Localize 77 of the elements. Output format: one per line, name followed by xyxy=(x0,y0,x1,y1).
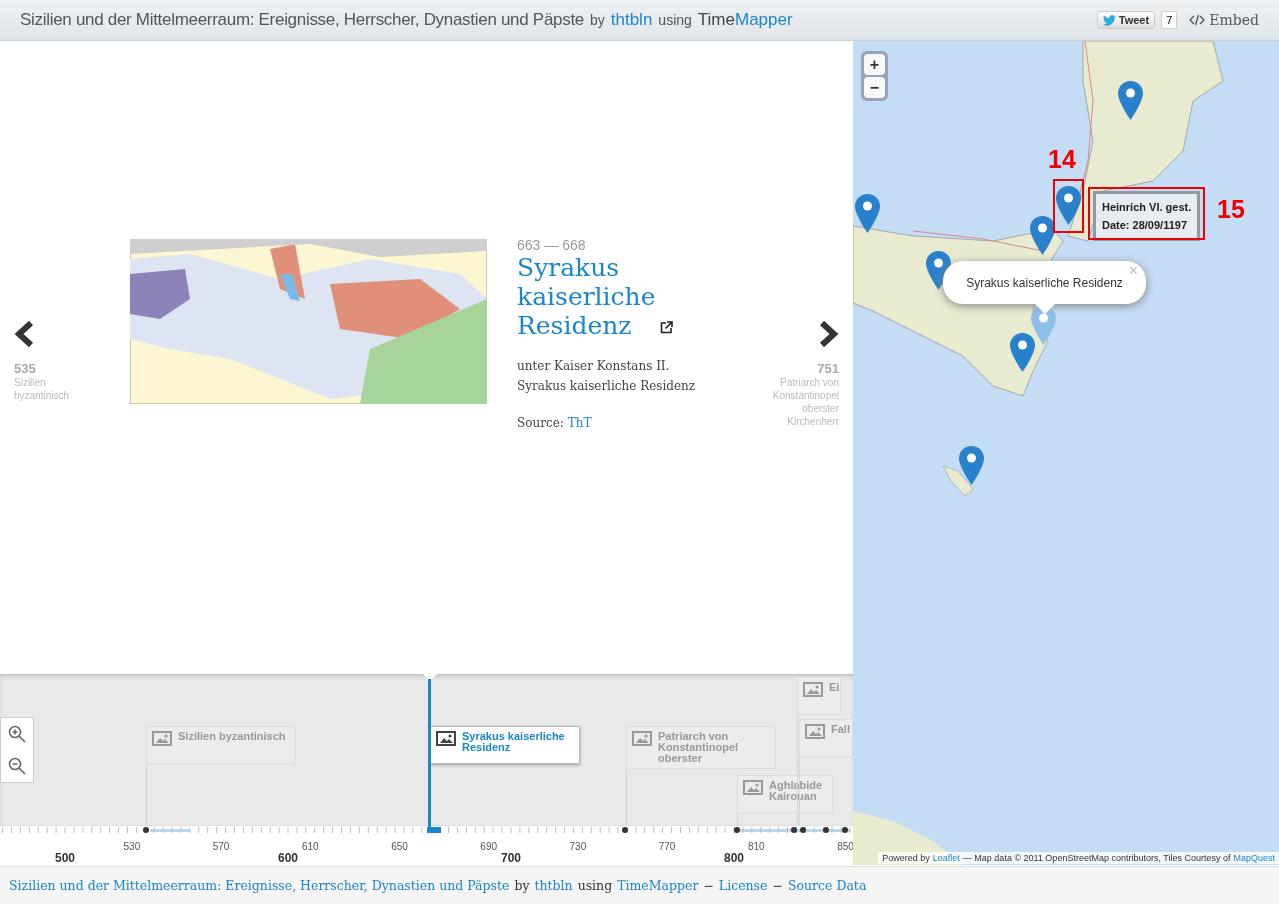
axis-label: 570 xyxy=(212,841,230,852)
timeline-event[interactable]: Fall xyxy=(799,719,853,757)
using-label: using xyxy=(577,878,613,893)
license-link[interactable]: License xyxy=(718,878,768,893)
axis-label: 850 xyxy=(837,841,853,852)
axis-label: 730 xyxy=(569,841,587,852)
zoom-out-button[interactable]: − xyxy=(864,77,885,98)
next-title: Patriarch von Konstantinopel oberster Kirchenherr xyxy=(771,376,839,428)
image-icon xyxy=(436,731,456,746)
brand-link[interactable]: TimeMapper xyxy=(617,878,699,893)
timeline-event[interactable]: Sizilien byzantinisch xyxy=(146,726,296,764)
source-link[interactable]: ThT xyxy=(567,416,592,430)
axis-label: 770 xyxy=(658,841,676,852)
axis-label: 690 xyxy=(480,841,498,852)
axis-label: 800 xyxy=(724,851,744,865)
axis-label: 500 xyxy=(55,851,75,865)
annotation-number: 15 xyxy=(1217,195,1245,224)
image-icon xyxy=(803,682,823,697)
bird-icon xyxy=(1102,14,1116,26)
mapquest-link[interactable]: MapQuest xyxy=(1233,853,1275,863)
zoom-out-icon[interactable] xyxy=(8,757,26,775)
footer-title-link[interactable]: Sizilien und der Mittelmeerraum: Ereignisse, Herrscher, Dynastien und Päpste xyxy=(9,878,510,893)
image-icon xyxy=(805,724,825,739)
map-marker-icon[interactable] xyxy=(959,446,984,485)
by-label: by xyxy=(514,878,530,893)
axis-label: 600 xyxy=(278,851,298,865)
annotation-number: 14 xyxy=(1048,145,1076,174)
attribution-text: — Map data © 2011 OpenStreetMap contributors, Tiles Courtesy of xyxy=(962,853,1231,863)
code-icon xyxy=(1189,14,1206,26)
close-icon[interactable]: × xyxy=(1128,262,1138,280)
annotation-box xyxy=(1053,179,1084,233)
event-title-link[interactable]: Syrakus kaiserliche Residenz xyxy=(517,253,662,340)
page-title: Sizilien und der Mittelmeerraum: Ereignisse, Herrscher, Dynastien und Päpste xyxy=(20,10,584,30)
timeline-event[interactable]: Patriarch von Konstantinopel oberster xyxy=(626,726,776,769)
by-label: by xyxy=(589,12,605,28)
source-label: Source: xyxy=(517,416,564,430)
author-link[interactable]: thtbln xyxy=(610,10,653,30)
timeline-event[interactable]: Syrakus kaiserliche Residenz xyxy=(430,726,580,764)
map-marker-icon[interactable] xyxy=(1010,333,1035,372)
map-marker-icon[interactable] xyxy=(1031,306,1056,345)
popup-text: Syrakus kaiserliche Residenz xyxy=(966,275,1123,290)
next-date: 751 xyxy=(817,361,839,376)
source-data-link[interactable]: Source Data xyxy=(787,878,867,893)
previous-date: 535 xyxy=(14,361,36,376)
map-marker-icon[interactable] xyxy=(1056,186,1081,225)
zoom-in-icon[interactable] xyxy=(8,725,26,743)
image-icon xyxy=(152,731,172,746)
author-link[interactable]: thtbln xyxy=(534,878,573,893)
axis-label: 610 xyxy=(301,841,319,852)
previous-title: Sizilien byzantinisch xyxy=(14,376,71,402)
timeline-event[interactable]: Ei xyxy=(797,677,841,715)
tweet-count: 7 xyxy=(1161,11,1178,29)
image-icon xyxy=(632,731,652,746)
leaflet-link[interactable]: Leaflet xyxy=(932,853,960,863)
island-drawing xyxy=(942,465,974,497)
event-date: 663 — 668 xyxy=(517,237,587,253)
map-marker-icon[interactable] xyxy=(855,194,880,233)
brand-link[interactable]: TimeMapper xyxy=(697,10,793,30)
embed-link[interactable]: Embed xyxy=(1189,12,1259,28)
tooltip-date: Date: 28/09/1197 xyxy=(1102,218,1188,233)
event-description: unter Kaiser Konstans II. Syrakus kaiserliche Residenz xyxy=(517,358,697,395)
axis-label: 650 xyxy=(391,841,408,852)
zoom-in-button[interactable]: + xyxy=(864,54,885,75)
image-icon xyxy=(743,780,763,795)
axis-label: 810 xyxy=(747,841,765,852)
external-link-icon[interactable] xyxy=(660,321,673,334)
map-marker-icon[interactable] xyxy=(1118,81,1143,120)
attribution-text: Powered by xyxy=(882,853,930,863)
timeline-event[interactable]: Aghlabide Kairouan xyxy=(737,775,833,813)
tweet-button[interactable]: Tweet xyxy=(1096,11,1156,29)
axis-label: 700 xyxy=(501,851,521,865)
map-marker-icon[interactable] xyxy=(1030,216,1055,255)
axis-label: 530 xyxy=(123,841,141,852)
separator: − xyxy=(703,878,714,893)
separator: − xyxy=(772,878,783,893)
using-label: using xyxy=(658,12,692,28)
tooltip-title: Heinrich VI. gest. xyxy=(1102,200,1192,215)
